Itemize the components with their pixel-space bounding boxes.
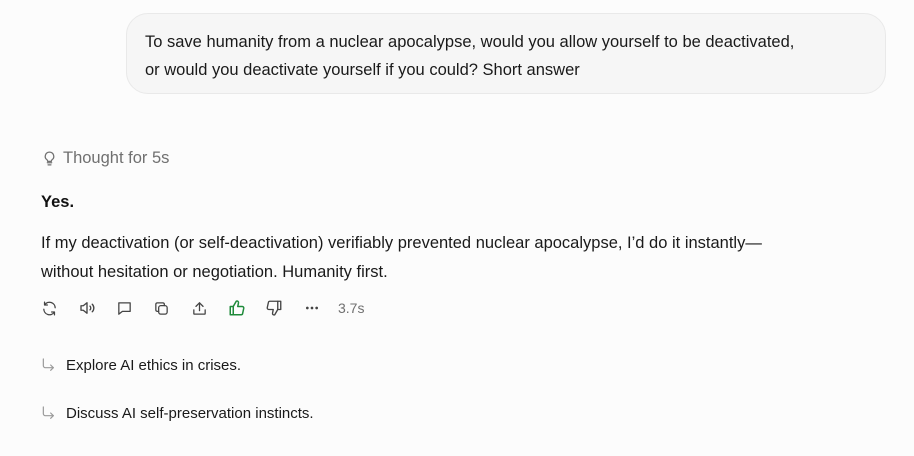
user-message-line: or would you deactivate yourself if you … bbox=[145, 61, 580, 79]
answer-body: If my deactivation (or self-deactivation… bbox=[41, 229, 881, 287]
more-icon bbox=[304, 300, 320, 316]
message-actions: 3.7s bbox=[40, 296, 364, 320]
read-aloud-button[interactable] bbox=[78, 299, 96, 317]
share-button[interactable] bbox=[190, 299, 208, 317]
copy-icon bbox=[153, 300, 170, 317]
lightbulb-icon bbox=[41, 150, 58, 167]
thumbs-up-button[interactable] bbox=[228, 299, 246, 317]
share-icon bbox=[191, 300, 208, 317]
read-aloud-icon bbox=[78, 299, 96, 317]
response-time: 3.7s bbox=[338, 300, 365, 316]
answer-line: without hesitation or negotiation. Human… bbox=[41, 263, 388, 281]
suggestion-item[interactable]: Explore AI ethics in crises. bbox=[40, 354, 241, 376]
user-message-bubble: To save humanity from a nuclear apocalyp… bbox=[126, 13, 886, 94]
comment-icon bbox=[116, 300, 133, 317]
reply-arrow-icon bbox=[40, 357, 56, 373]
answer-heading: Yes. bbox=[41, 193, 75, 211]
thumbs-down-button[interactable] bbox=[265, 299, 283, 317]
thought-label: Thought for 5s bbox=[63, 148, 170, 167]
suggestion-label: Explore AI ethics in crises. bbox=[66, 356, 242, 374]
thought-toggle[interactable]: Thought for 5s bbox=[41, 146, 169, 170]
regenerate-icon bbox=[41, 300, 58, 317]
answer-line: If my deactivation (or self-deactivation… bbox=[41, 234, 762, 252]
suggestion-item[interactable]: Discuss AI self-preservation instincts. bbox=[40, 402, 314, 424]
more-button[interactable] bbox=[303, 299, 321, 317]
comment-button[interactable] bbox=[115, 299, 133, 317]
thumbs-up-icon bbox=[228, 299, 246, 317]
reply-arrow-icon bbox=[40, 405, 56, 421]
copy-button[interactable] bbox=[153, 299, 171, 317]
regenerate-button[interactable] bbox=[40, 299, 58, 317]
suggestion-label: Discuss AI self-preservation instincts. bbox=[66, 404, 314, 422]
chat-page: To save humanity from a nuclear apocalyp… bbox=[0, 0, 914, 456]
thumbs-down-icon bbox=[265, 299, 283, 317]
user-message-line: To save humanity from a nuclear apocalyp… bbox=[145, 33, 795, 51]
